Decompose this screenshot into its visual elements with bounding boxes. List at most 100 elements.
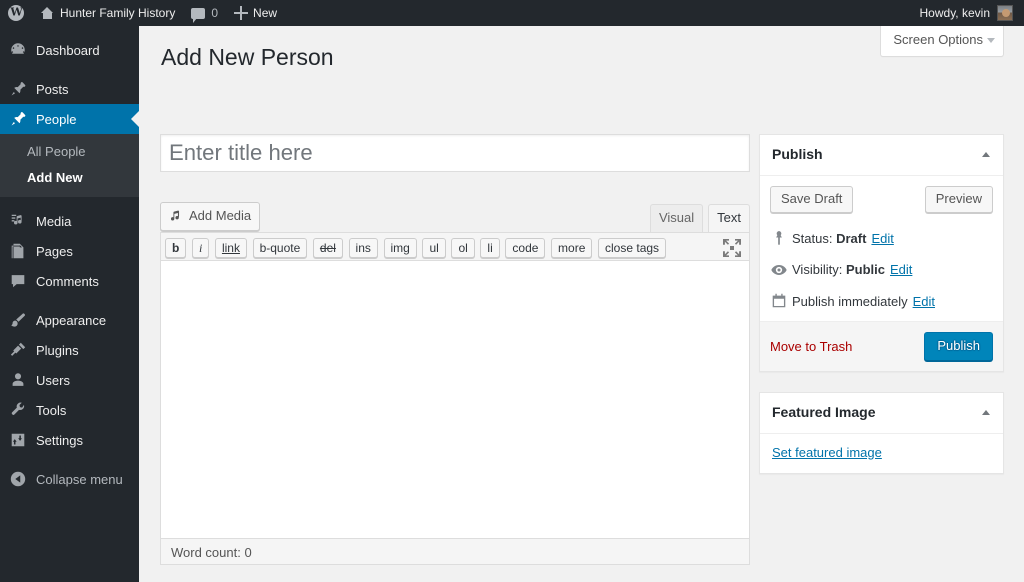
sidebar-item-label: Users [36,372,70,388]
minor-publishing-actions: Save Draft Preview Status: Draft Edit Vi… [760,176,1003,322]
tab-visual[interactable]: Visual [649,204,704,232]
plus-icon [234,6,249,20]
admin-sidebar-menu: Dashboard Posts People All People Add Ne… [0,26,139,582]
sidebar-item-appearance[interactable]: Appearance [0,305,139,335]
comments-count: 0 [211,6,219,20]
sidebar-item-label: Tools [36,402,67,418]
quicktag-close-tags-button[interactable]: close tags [598,238,667,258]
quicktag-ul-button[interactable]: ul [422,238,446,258]
distraction-free-icon[interactable] [721,237,743,259]
admin-bar-spacer [285,0,911,26]
sidebar-item-comments[interactable]: Comments [0,266,139,296]
quicktag-italic-button[interactable]: i [191,238,210,258]
publish-button[interactable]: Publish [924,332,993,362]
status-prefix-label: Status: [792,230,833,246]
sidebar-item-label: People [36,111,77,127]
major-publishing-actions: Move to Trash Publish [760,321,1003,372]
title-field-wrapper [160,134,750,172]
collapse-menu-button[interactable]: Collapse menu [0,464,139,494]
sidebar-item-label: Plugins [36,342,79,358]
sidebar-item-label: Pages [36,243,73,259]
add-media-button[interactable]: Add Media [160,202,261,231]
post-title-input[interactable] [160,134,750,172]
screen-options-label: Screen Options [893,32,983,47]
publish-schedule-label: Publish immediately [792,293,908,309]
publish-schedule-row: Publish immediately Edit [770,286,993,322]
edit-status-link[interactable]: Edit [871,229,893,249]
set-featured-image-link[interactable]: Set featured image [772,445,882,460]
draft-preview-row: Save Draft Preview [770,185,993,223]
sidebar-subitem-all-people[interactable]: All People [0,139,139,165]
add-media-label: Add Media [189,208,252,223]
comments-bubble[interactable]: 0 [183,0,226,26]
collapse-arrow-icon [9,470,27,488]
add-media-icon [168,208,184,224]
preview-button[interactable]: Preview [924,185,993,213]
edit-schedule-link[interactable]: Edit [913,292,935,312]
quicktag-link-button[interactable]: link [214,238,247,258]
sidebar-item-pages[interactable]: Pages [0,236,139,266]
sidebar-item-plugins[interactable]: Plugins [0,335,139,365]
quicktag-ol-button[interactable]: ol [451,238,475,258]
sidebar-item-dashboard[interactable]: Dashboard [0,35,139,65]
sidebar-item-people[interactable]: People [0,104,139,134]
quicktag-more-button[interactable]: more [551,238,593,258]
sidebar-item-media[interactable]: Media [0,206,139,236]
comment-bubble-icon [9,272,27,290]
quicktag-del-button[interactable]: del [312,238,343,258]
sidebar-item-tools[interactable]: Tools [0,395,139,425]
my-account-menu[interactable]: Howdy, kevin [912,0,1024,26]
toggle-panel-icon[interactable] [975,401,997,423]
quicktag-code-button[interactable]: code [505,238,546,258]
paintbrush-icon [9,311,27,329]
quicktag-ins-button[interactable]: ins [348,238,378,258]
wp-logo-menu[interactable] [0,0,32,26]
menu-separator [0,296,139,305]
screen-meta-links: Screen Options [880,26,1004,57]
status-value: Draft [836,230,867,246]
sidebar-item-settings[interactable]: Settings [0,425,139,455]
new-content-menu[interactable]: New [226,0,285,26]
media-icon [9,212,27,230]
delete-action: Move to Trash [770,339,852,354]
menu-separator [0,197,139,206]
tab-text[interactable]: Text [708,204,750,232]
wrench-icon [9,401,27,419]
quicktags-toolbar: b i link b-quote del ins img ul ol li co… [160,232,750,261]
sidebar-submenu-people: All People Add New [0,134,139,197]
post-visibility-row: Visibility: Public Edit [770,254,993,286]
dashboard-icon [9,41,27,59]
edit-visibility-link[interactable]: Edit [890,260,912,280]
publish-postbox-header[interactable]: Publish [760,135,1003,176]
toggle-panel-icon[interactable] [975,143,997,165]
collapse-menu-label: Collapse menu [36,471,123,487]
sidebar-item-label: Dashboard [36,42,100,58]
post-status-info-bar: Word count: 0 [160,539,750,565]
quicktag-bold-button[interactable]: b [165,238,187,258]
sidebar-item-label: Posts [36,81,69,97]
save-draft-button[interactable]: Save Draft [770,185,854,213]
quicktag-li-button[interactable]: li [480,238,500,258]
site-name-menu[interactable]: Hunter Family History [32,0,183,26]
settings-icon [9,431,27,449]
featured-image-postbox: Featured Image Set featured image [759,392,1004,474]
editor-wrapper: Add Media Visual Text b i link b-quote d… [160,202,750,565]
quicktag-blockquote-button[interactable]: b-quote [252,238,308,258]
sidebar-item-users[interactable]: Users [0,365,139,395]
visibility-prefix-label: Visibility: [792,262,843,278]
menu-separator [0,455,139,464]
pages-icon [9,242,27,260]
sidebar-subitem-add-new[interactable]: Add New [0,165,139,191]
word-count-label: Word count: 0 [171,545,252,560]
move-to-trash-link[interactable]: Move to Trash [770,339,852,354]
howdy-label: Howdy, kevin [919,6,990,20]
screen-options-button[interactable]: Screen Options [880,26,1004,57]
quicktag-img-button[interactable]: img [383,238,417,258]
post-content-textarea[interactable] [161,261,749,538]
sidebar-item-posts[interactable]: Posts [0,74,139,104]
pin-icon [9,80,27,98]
editor-container [160,261,750,539]
post-body-content: Add Media Visual Text b i link b-quote d… [160,134,750,565]
featured-image-postbox-title: Featured Image [772,404,876,421]
featured-image-postbox-header[interactable]: Featured Image [760,393,1003,434]
